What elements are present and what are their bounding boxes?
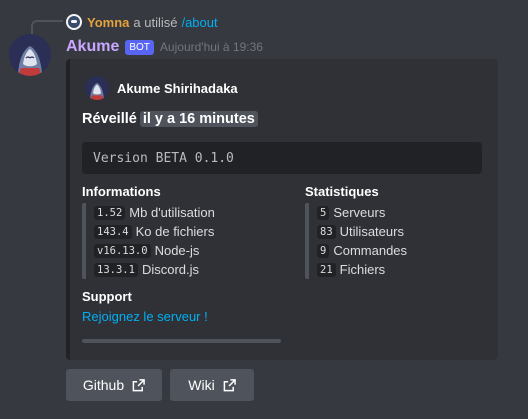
github-button-label: Github [82, 377, 125, 393]
list-item-text: Ko de fichiers [135, 224, 215, 239]
inline-code: 83 [317, 224, 336, 239]
field-informations-quote: 1.52 Mb d'utilisation 143.4 Ko de fichie… [82, 203, 215, 279]
reply-user-avatar[interactable] [66, 14, 82, 30]
message-timestamp: Aujourd'hui à 19:36 [159, 40, 263, 54]
reply-username[interactable]: Yomna [87, 15, 129, 30]
wiki-button-label: Wiki [188, 377, 215, 393]
list-item: 1.52 Mb d'utilisation [94, 203, 215, 222]
inline-code: v16.13.0 [94, 243, 151, 258]
inline-code: 1.52 [94, 205, 126, 220]
inline-code: 5 [317, 205, 330, 220]
field-informations: Informations 1.52 Mb d'utilisation 143.4… [82, 183, 215, 279]
list-item: 143.4 Ko de fichiers [94, 222, 215, 241]
inline-code: 13.3.1 [94, 262, 138, 277]
embed-footer-bar [82, 339, 281, 343]
github-button[interactable]: Github [66, 369, 162, 401]
list-item: 5 Serveurs [317, 203, 407, 222]
list-item-text: Mb d'utilisation [129, 205, 215, 220]
list-item-text: Utilisateurs [339, 224, 404, 239]
list-item-text: Fichiers [339, 262, 386, 277]
list-item-text: Node-js [154, 243, 200, 258]
external-link-icon [132, 378, 145, 391]
reply-command[interactable]: /about [181, 15, 217, 30]
field-statistiques: Statistiques 5 Serveurs 83 Utilisateurs … [305, 183, 407, 279]
reply-reference[interactable]: Yomna a utilisé /about [66, 13, 218, 31]
bot-tag-badge: BOT [125, 39, 154, 55]
list-item-text: Discord.js [141, 262, 200, 277]
external-link-icon [223, 378, 236, 391]
field-statistiques-quote: 5 Serveurs 83 Utilisateurs 9 Commandes 2… [305, 203, 407, 279]
wiki-button[interactable]: Wiki [170, 369, 254, 401]
list-item: 13.3.1 Discord.js [94, 260, 215, 279]
list-item: v16.13.0 Node-js [94, 241, 215, 260]
support-server-link[interactable]: Rejoignez le serveur ! [82, 309, 208, 324]
list-item-text: Commandes [333, 243, 408, 258]
inline-code: 9 [317, 243, 330, 258]
field-statistiques-name: Statistiques [305, 184, 379, 199]
message-embed: Akume Shirihadaka Réveillé il y a 16 min… [66, 59, 498, 360]
bot-avatar[interactable] [9, 34, 51, 76]
message-header: Akume BOT Aujourd'hui à 19:36 [66, 36, 263, 58]
embed-title-prefix: Réveillé [82, 111, 137, 127]
reply-action-text: a utilisé [133, 14, 178, 30]
list-item: 9 Commandes [317, 241, 407, 260]
embed-author-avatar [85, 76, 109, 100]
list-item: 21 Fichiers [317, 260, 407, 279]
bot-username[interactable]: Akume [66, 38, 119, 56]
list-item: 83 Utilisateurs [317, 222, 407, 241]
field-support-name: Support [82, 289, 132, 304]
embed-author: Akume Shirihadaka [85, 76, 238, 100]
embed-title-relative-time: il y a 16 minutes [139, 111, 258, 127]
reply-connector-line [31, 20, 63, 36]
inline-code: 21 [317, 262, 336, 277]
field-informations-name: Informations [82, 184, 161, 199]
list-item-text: Serveurs [333, 205, 386, 220]
inline-code: 143.4 [94, 224, 132, 239]
version-codeblock: Version BETA 0.1.0 [82, 142, 482, 174]
embed-author-name: Akume Shirihadaka [117, 80, 238, 96]
embed-title: Réveillé il y a 16 minutes [82, 109, 258, 129]
